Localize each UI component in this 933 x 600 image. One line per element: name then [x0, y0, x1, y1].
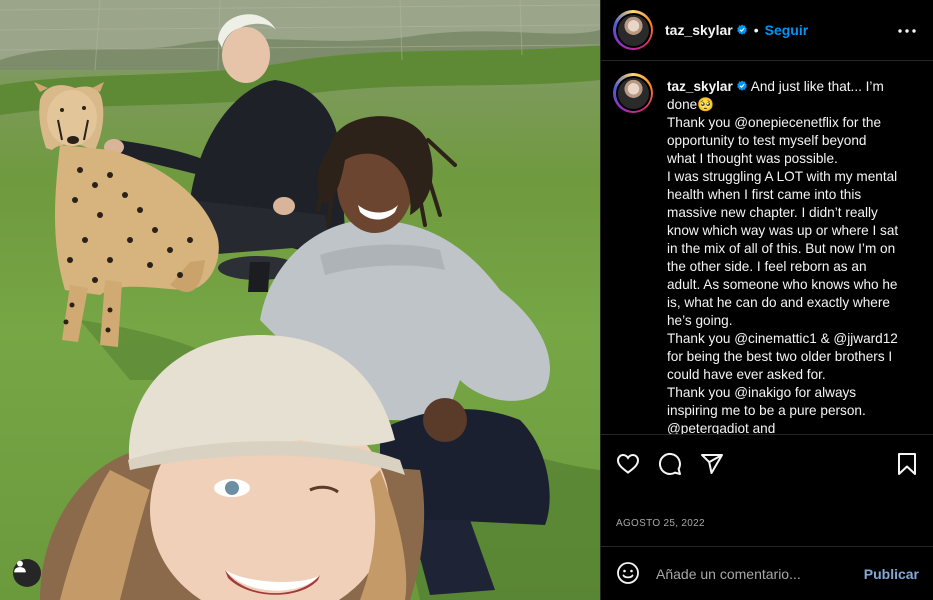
verified-badge-icon — [736, 24, 747, 35]
caption-line: opportunity to test myself beyond — [667, 133, 867, 148]
caption-text: taz_skylar And just like that... I’m don… — [667, 78, 919, 434]
post-actions: AGOSTO 25, 2022 — [601, 434, 933, 549]
avatar-inner — [615, 75, 651, 111]
caption-line: health when I first came into this — [667, 187, 862, 202]
caption-line: Thank you @cinemattic1 & @jjward12 — [667, 331, 898, 346]
heart-icon — [616, 453, 640, 474]
caption-username[interactable]: taz_skylar — [667, 79, 733, 94]
header-meta: taz_skylar • Seguir — [665, 22, 808, 40]
post-side-panel: taz_skylar • Seguir taz_skylar And just li… — [600, 0, 933, 600]
caption-scroll-area[interactable]: taz_skylar And just like that... I’m don… — [601, 61, 933, 434]
caption-line: could have ever asked for. — [667, 367, 826, 382]
action-icons — [615, 451, 725, 477]
follow-button[interactable]: Seguir — [765, 22, 809, 38]
header-separator: • — [753, 22, 759, 38]
caption-line: what I thought was possible. — [667, 151, 838, 166]
caption-line: he’s going. — [667, 313, 733, 328]
comment-icon — [658, 452, 681, 475]
caption-line: in the mix of all of this. But now I’m o… — [667, 241, 896, 256]
avatar-image — [617, 14, 649, 46]
caption-line: And just like that... I’m — [750, 79, 884, 94]
caption-line: massive new chapter. I didn’t really — [667, 205, 878, 220]
comment-bar: Publicar — [601, 546, 933, 600]
author-avatar[interactable] — [613, 10, 653, 50]
like-button[interactable] — [615, 451, 641, 477]
more-options-button[interactable] — [896, 20, 918, 42]
comment-input[interactable] — [656, 563, 856, 585]
bookmark-icon — [898, 453, 916, 475]
more-options-icon — [898, 29, 916, 33]
caption-line: the other side. I feel reborn as an — [667, 259, 867, 274]
post-date[interactable]: AGOSTO 25, 2022 — [616, 518, 705, 529]
caption-line: Thank you @onepiecenetflix for the — [667, 115, 882, 130]
save-button[interactable] — [894, 451, 920, 477]
tagged-users-button[interactable] — [13, 559, 41, 587]
caption-line: Thank you @inakigo for always — [667, 385, 857, 400]
verified-badge-icon — [736, 80, 747, 91]
caption-first-line: taz_skylar And just like that... I’m — [667, 78, 919, 96]
send-icon — [701, 454, 723, 474]
emoji-button[interactable] — [616, 561, 640, 585]
caption-line: inspiring me to be a pure person. — [667, 403, 866, 418]
emoji-icon — [617, 562, 639, 584]
caption-line: know which way was up or where I sat — [667, 223, 899, 238]
avatar-inner — [615, 12, 651, 48]
caption-line: adult. As someone who knows who he — [667, 277, 898, 292]
post-header: taz_skylar • Seguir — [601, 0, 933, 61]
comment-button[interactable] — [657, 451, 683, 477]
author-username[interactable]: taz_skylar — [665, 22, 733, 38]
caption-line: done🥺 — [667, 97, 715, 112]
caption-line: @petergadiot and — [667, 421, 776, 434]
avatar-image — [617, 77, 649, 109]
user-tag-icon — [14, 560, 26, 573]
caption-line: for being the best two older brothers I — [667, 349, 893, 364]
share-button[interactable] — [699, 451, 725, 477]
post-photo[interactable] — [0, 0, 600, 600]
photo-illustration — [0, 0, 600, 600]
caption-line: is, what he can do and exactly where — [667, 295, 890, 310]
publish-button[interactable]: Publicar — [864, 566, 919, 582]
caption-line: I was struggling A LOT with my mental — [667, 169, 898, 184]
caption-author-avatar[interactable] — [613, 73, 653, 113]
